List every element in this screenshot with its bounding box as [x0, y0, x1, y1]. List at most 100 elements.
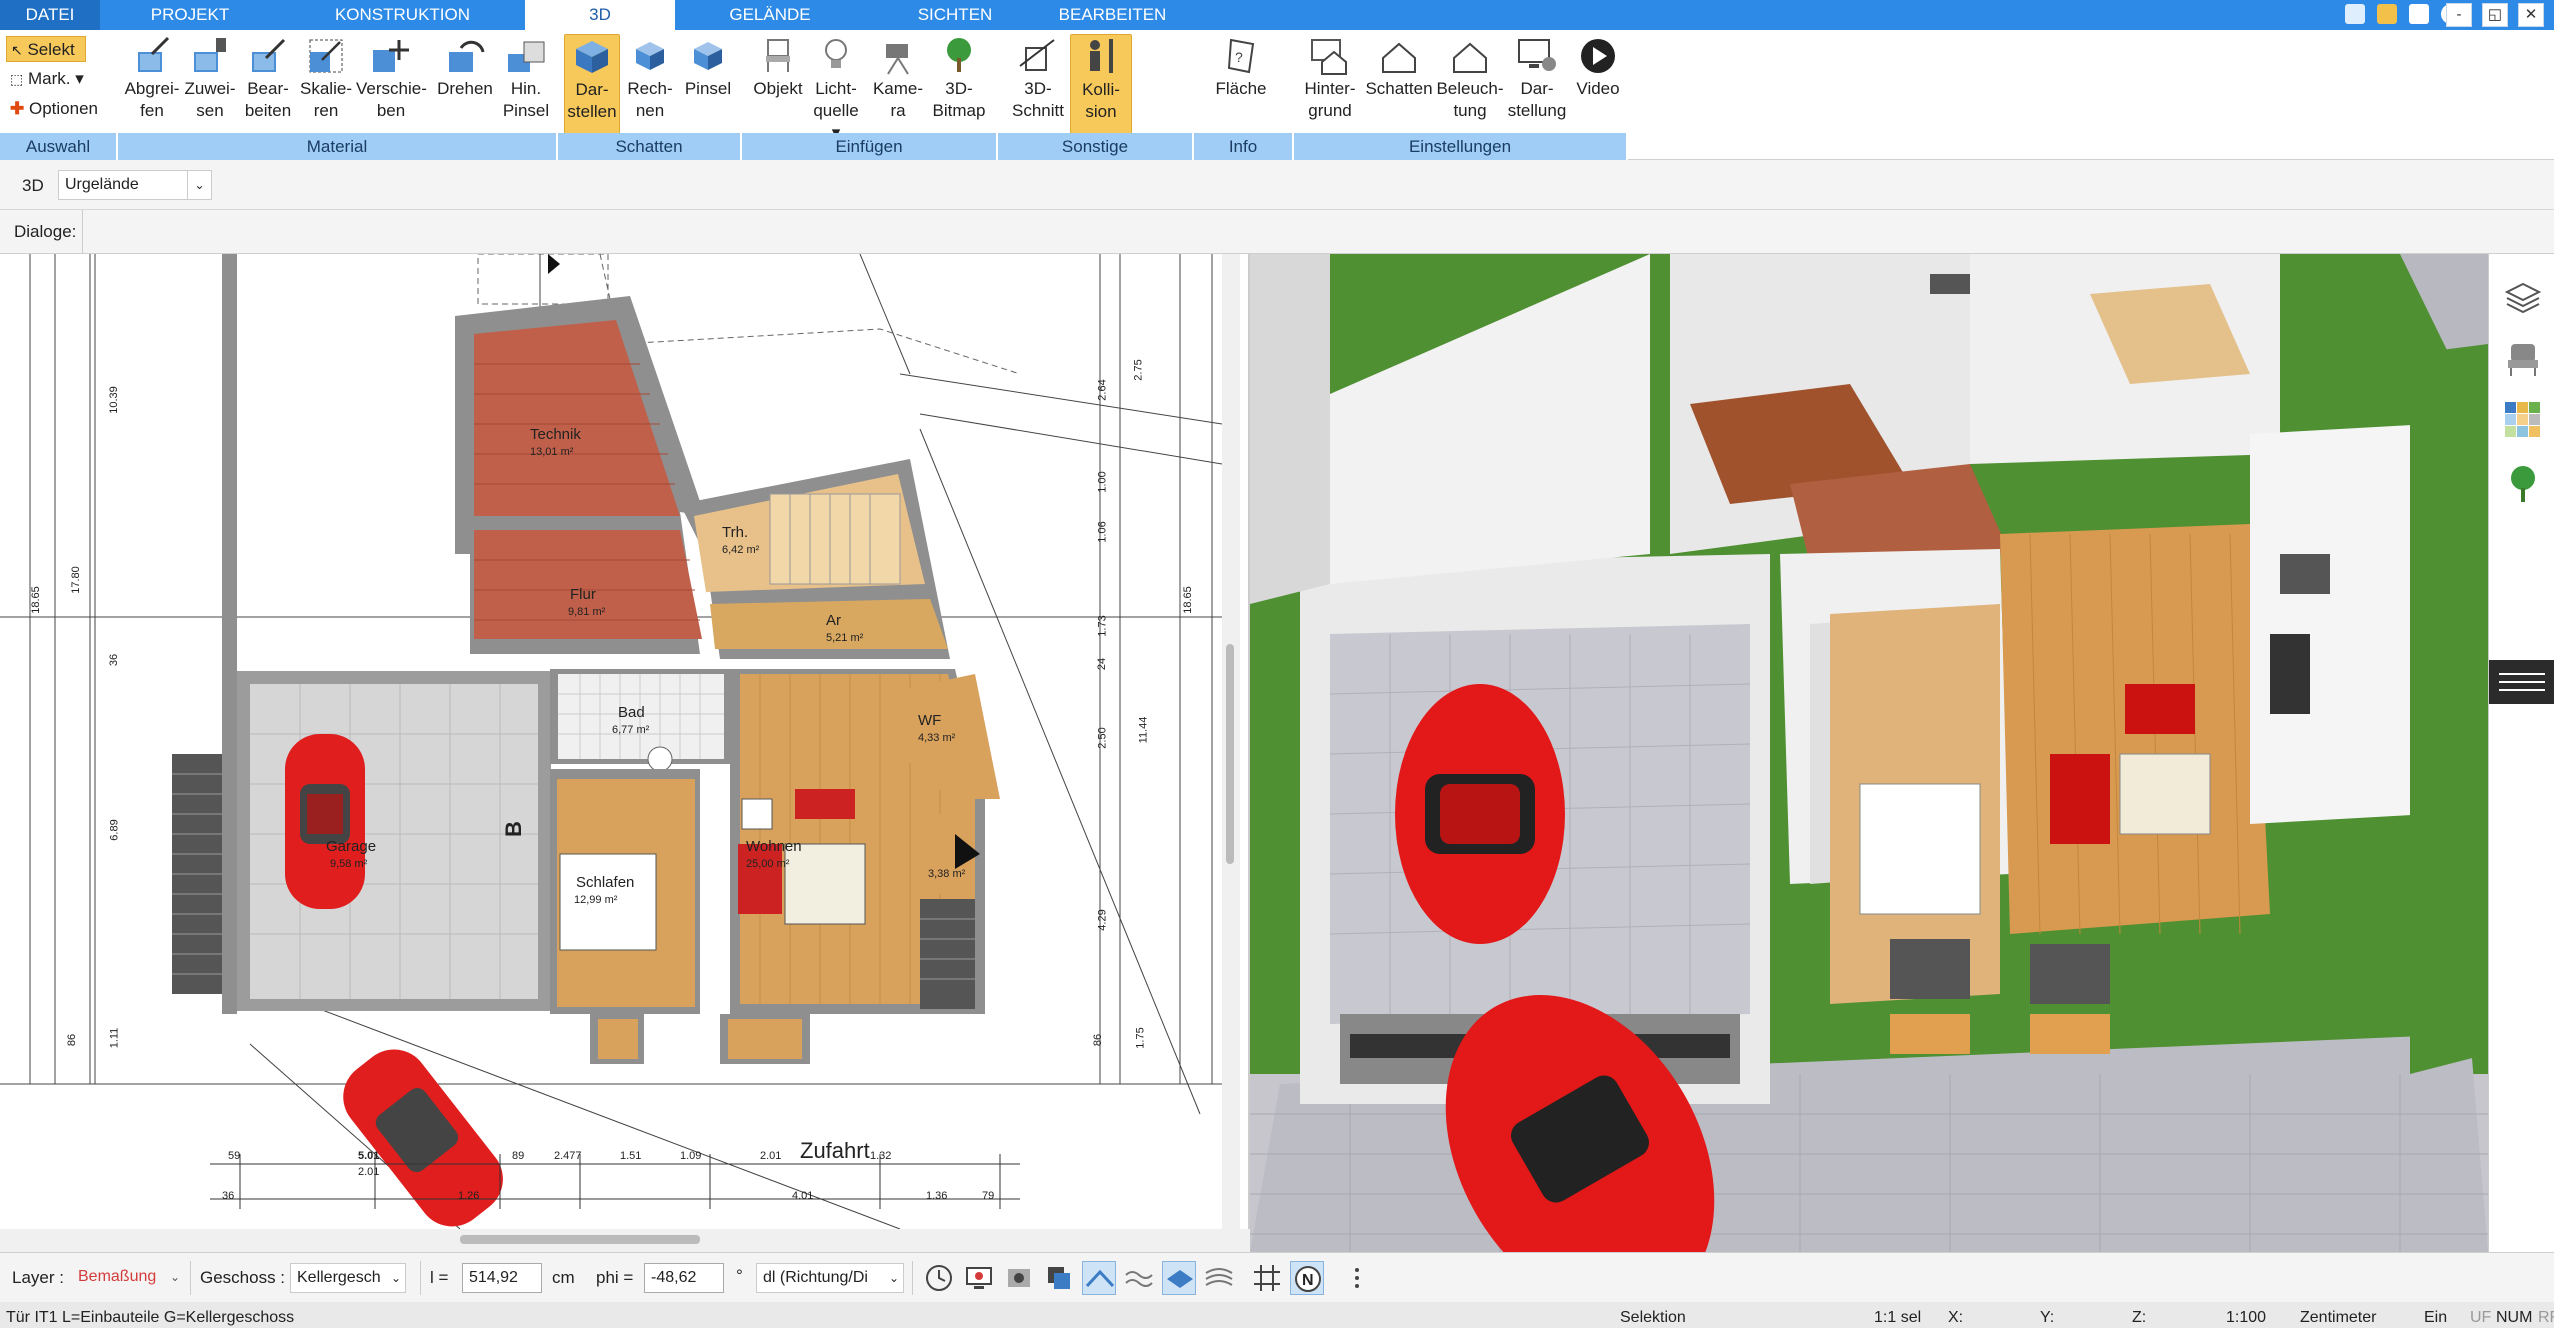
close-button[interactable]: ✕: [2518, 3, 2544, 27]
3d-schnitt-button[interactable]: 3D- Schnitt: [1006, 34, 1070, 122]
length-input[interactable]: 514,92: [462, 1263, 542, 1293]
layers-icon[interactable]: [2503, 278, 2543, 318]
tools-icon[interactable]: [2345, 4, 2365, 24]
lightbulb-icon: [825, 39, 847, 68]
lichtquelle-button[interactable]: Licht-quelle ▾: [808, 34, 864, 144]
kamera-button[interactable]: Kame-ra: [870, 34, 926, 122]
tree-icon: [947, 38, 971, 72]
objekt-button[interactable]: Objekt: [750, 34, 806, 100]
floor-view-icon[interactable]: [1162, 1261, 1196, 1295]
terrain-icon[interactable]: [1202, 1261, 1236, 1295]
beleuchtung-button[interactable]: Beleuch-tung: [1434, 34, 1506, 122]
flaeche-button[interactable]: ? Fläche: [1208, 34, 1274, 100]
3d-bitmap-button[interactable]: 3D- Bitmap: [928, 34, 990, 122]
tab-datei[interactable]: DATEI: [0, 0, 100, 30]
dimension-label: 1.00: [1096, 471, 1109, 493]
room-name: Wohnen: [746, 838, 802, 855]
kollision-button[interactable]: Kolli-sion: [1070, 34, 1132, 134]
status-selection-count: 1:1 sel: [1874, 1309, 1922, 1326]
compute-shadow-icon: [636, 42, 664, 70]
plan-vertical-scrollbar[interactable]: [1222, 254, 1240, 1229]
grid-icon[interactable]: [1250, 1261, 1284, 1295]
group-label-schatten: Schatten: [558, 133, 742, 160]
chevron-down-icon: ⌄: [888, 1271, 899, 1285]
car-driveway: [343, 1049, 503, 1227]
video-button[interactable]: Video: [1570, 34, 1626, 100]
scroll-thumb[interactable]: [460, 1235, 700, 1244]
menu-toggle[interactable]: [2489, 660, 2554, 704]
dimension-label: 24: [1096, 657, 1109, 671]
dimension-label: 1.11: [108, 1027, 121, 1049]
dimension-label: 10.39: [107, 386, 120, 414]
schatten-pinsel-button[interactable]: Pinsel: [680, 34, 736, 100]
group-label-material: Material: [118, 133, 558, 160]
materials-icon[interactable]: [2503, 400, 2543, 440]
tab-sichten[interactable]: SICHTEN: [865, 0, 1045, 30]
3d-view[interactable]: [1250, 254, 2488, 1252]
group-einfuegen: Objekt Licht-quelle ▾ Kame-ra 3D-Bitmap …: [742, 30, 998, 160]
selekt-button[interactable]: ↖ Selekt: [6, 36, 86, 62]
layer-select[interactable]: Urgelände ⌄: [58, 170, 212, 200]
darstellen-button[interactable]: Dar-stellen: [564, 34, 620, 134]
dimension-label: 1.73: [1096, 615, 1109, 637]
room-name: Trh.: [722, 524, 749, 541]
minimize-button[interactable]: -: [2446, 3, 2472, 27]
tab-konstruktion[interactable]: KONSTRUKTION: [280, 0, 525, 30]
tab-projekt[interactable]: PROJEKT: [100, 0, 280, 30]
tab-bearbeiten[interactable]: BEARBEITEN: [1045, 0, 1180, 30]
optionen-button[interactable]: ✚ Optionen: [6, 96, 98, 122]
roof-view-icon[interactable]: [1082, 1261, 1116, 1295]
scroll-thumb[interactable]: [1226, 644, 1234, 864]
rechnen-button[interactable]: Rech-nen: [622, 34, 678, 122]
north-icon[interactable]: N: [1290, 1261, 1324, 1295]
wave-icon[interactable]: [1122, 1261, 1156, 1295]
folder-icon[interactable]: [2377, 4, 2397, 24]
darstellung-button[interactable]: Dar-stellung: [1504, 34, 1570, 122]
drehen-button[interactable]: Drehen: [434, 34, 496, 100]
hin-pinsel-button[interactable]: Hin. Pinsel: [498, 34, 554, 122]
room-area: 3,38 m²: [928, 868, 966, 880]
pipette-icon: [138, 36, 170, 72]
room-name: Garage: [326, 838, 377, 855]
street-label: Zufahrt: [800, 1138, 870, 1163]
abgreifen-button[interactable]: Abgrei-fen: [124, 34, 180, 122]
tab-gelaende[interactable]: GELÄNDE: [675, 0, 865, 30]
armchair-icon[interactable]: [2503, 338, 2543, 378]
hintergrund-button[interactable]: Hinter-grund: [1298, 34, 1362, 122]
group-label-einstellungen: Einstellungen: [1294, 133, 1628, 160]
more-options-icon[interactable]: [1340, 1261, 1374, 1295]
phi-input[interactable]: -48,62: [644, 1263, 724, 1293]
restore-button[interactable]: ◱: [2482, 3, 2508, 27]
status-y: Y:: [2040, 1309, 2055, 1326]
skalieren-button[interactable]: Skalie-ren: [298, 34, 354, 122]
dl-dropdown[interactable]: dl (Richtung/Di ⌄: [756, 1263, 904, 1293]
mark-button[interactable]: ⬚ Mark. ▾: [6, 66, 84, 92]
floor-plan-view[interactable]: Technik 13,01 m² Trh. 6,42 m² Flur 9,81 …: [0, 254, 1250, 1229]
walk-icon[interactable]: [1002, 1261, 1036, 1295]
verschieben-button[interactable]: Verschie-ben: [356, 34, 427, 122]
room-area: 4,33 m²: [918, 732, 956, 744]
zuweisen-button[interactable]: Zuwei-sen: [182, 34, 238, 122]
bearbeiten-button[interactable]: Bear-beiten: [240, 34, 296, 122]
dimension-label: 79: [982, 1190, 995, 1202]
plant-icon[interactable]: [2503, 464, 2543, 504]
divider: [420, 1261, 421, 1295]
dimension-label: 1.36: [926, 1190, 948, 1202]
layer-dropdown[interactable]: Bemaßung ⌄: [72, 1263, 184, 1293]
clock-icon[interactable]: [922, 1261, 956, 1295]
tab-3d[interactable]: 3D: [525, 0, 675, 30]
group-schatten: Dar-stellen Rech-nen Pinsel Schatten: [558, 30, 742, 160]
dimension-label: 5.01: [358, 1150, 380, 1162]
monitor-settings-icon: [1518, 39, 1556, 71]
geschoss-dropdown[interactable]: Kellergesch ⌄: [290, 1263, 406, 1293]
copy-icon[interactable]: [2409, 4, 2429, 24]
copy-layer-icon[interactable]: [1042, 1261, 1076, 1295]
room-name: WF: [918, 712, 942, 729]
divider: [912, 1261, 913, 1295]
dimension-label: 86: [1092, 1033, 1105, 1047]
view-mode-label: 3D: [22, 176, 44, 195]
monitor-icon[interactable]: [962, 1261, 996, 1295]
schatten-settings-button[interactable]: Schatten: [1364, 34, 1434, 100]
plan-horizontal-scrollbar[interactable]: [0, 1229, 1240, 1251]
group-label-sonstige: Sonstige: [998, 133, 1194, 160]
